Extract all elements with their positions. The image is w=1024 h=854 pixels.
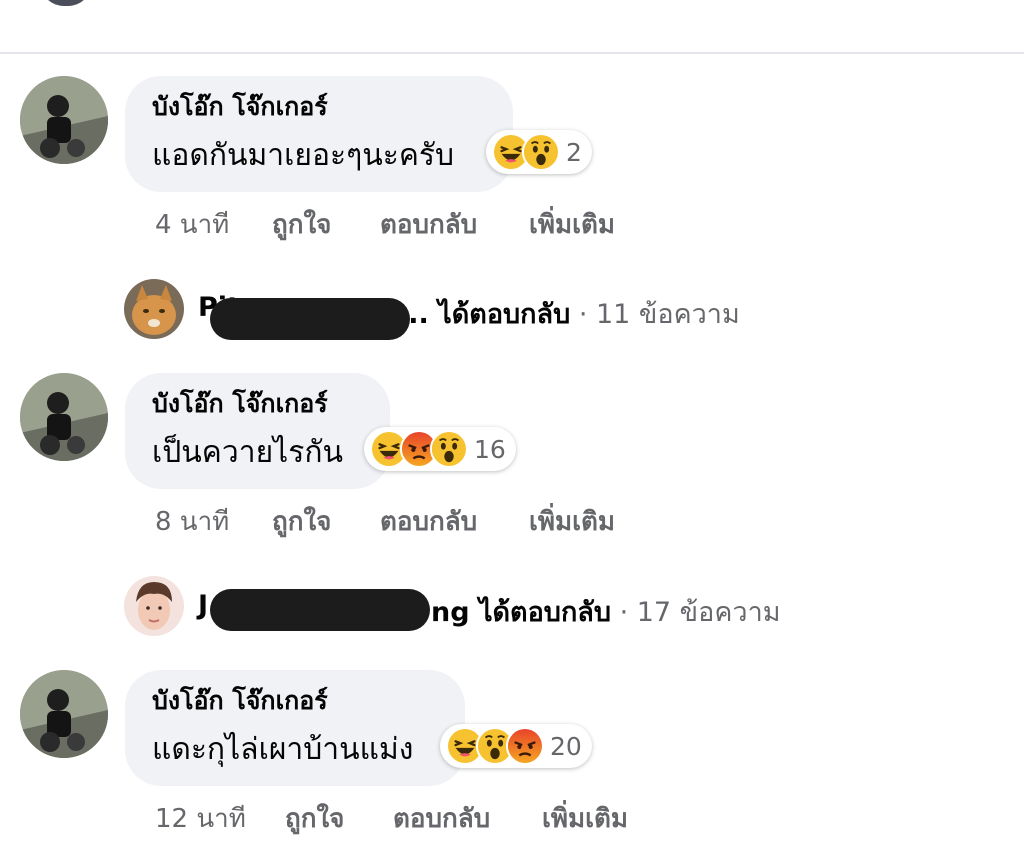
redaction-bar	[210, 298, 410, 340]
redaction-bar	[210, 589, 430, 631]
wow-icon	[522, 133, 560, 171]
more-button[interactable]: เพิ่มเติม	[542, 798, 628, 839]
comment-time[interactable]: 4 นาที	[155, 204, 229, 245]
reaction-summary[interactable]: 16	[364, 427, 516, 471]
comment-actions: 4 นาที ถูกใจ ตอบกลับ เพิ่มเติม	[155, 204, 635, 240]
like-button[interactable]: ถูกใจ	[272, 204, 331, 245]
reaction-count: 16	[474, 434, 506, 464]
comment-actions: 8 นาที ถูกใจ ตอบกลับ เพิ่มเติม	[155, 501, 635, 537]
angry-icon	[506, 727, 544, 765]
comment-time[interactable]: 12 นาที	[155, 798, 246, 839]
like-button[interactable]: ถูกใจ	[272, 501, 331, 542]
reaction-count: 20	[550, 731, 582, 761]
view-replies-link[interactable]: J	[198, 590, 208, 621]
more-button[interactable]: เพิ่มเติม	[529, 501, 615, 542]
divider	[0, 52, 1024, 54]
reply-count: · 11 ข้อความ	[578, 299, 740, 330]
replier-avatar[interactable]	[124, 279, 184, 339]
reaction-count: 2	[566, 137, 582, 167]
replied-label: ng ได้ตอบกลับ	[431, 597, 611, 628]
replies-summary[interactable]: ng ได้ตอบกลับ · 17 ข้อความ	[431, 590, 781, 633]
comment-text: เป็นควายไรกัน	[152, 435, 344, 470]
replier-avatar[interactable]	[124, 576, 184, 636]
replier-name: J	[198, 590, 209, 621]
comment-time[interactable]: 8 นาที	[155, 501, 229, 542]
previous-avatar-fragment	[40, 0, 92, 6]
commenter-avatar[interactable]	[20, 373, 108, 461]
reply-button[interactable]: ตอบกลับ	[393, 798, 490, 839]
comment-author[interactable]: บังโอ๊ก โจ๊กเกอร์	[152, 389, 328, 419]
replied-label: ... ได้ตอบกลับ	[398, 299, 571, 330]
more-button[interactable]: เพิ่มเติม	[529, 204, 615, 245]
like-button[interactable]: ถูกใจ	[285, 798, 344, 839]
comment-text: แอดกันมาเยอะๆนะครับ	[152, 138, 455, 173]
reaction-summary[interactable]: 2	[486, 130, 592, 174]
replies-summary[interactable]: ... ได้ตอบกลับ · 11 ข้อความ	[398, 292, 740, 335]
reaction-summary[interactable]: 20	[440, 724, 592, 768]
commenter-avatar[interactable]	[20, 76, 108, 164]
comment-text: แดะกุไล่เผาบ้านแม่ง	[152, 732, 414, 767]
reply-button[interactable]: ตอบกลับ	[380, 501, 477, 542]
wow-icon	[430, 430, 468, 468]
reply-count: · 17 ข้อความ	[619, 597, 781, 628]
comment-author[interactable]: บังโอ๊ก โจ๊กเกอร์	[152, 92, 328, 122]
reply-button[interactable]: ตอบกลับ	[380, 204, 477, 245]
comment-actions: 12 นาที ถูกใจ ตอบกลับ เพิ่มเติม	[155, 798, 645, 834]
commenter-avatar[interactable]	[20, 670, 108, 758]
comment-author[interactable]: บังโอ๊ก โจ๊กเกอร์	[152, 686, 328, 716]
